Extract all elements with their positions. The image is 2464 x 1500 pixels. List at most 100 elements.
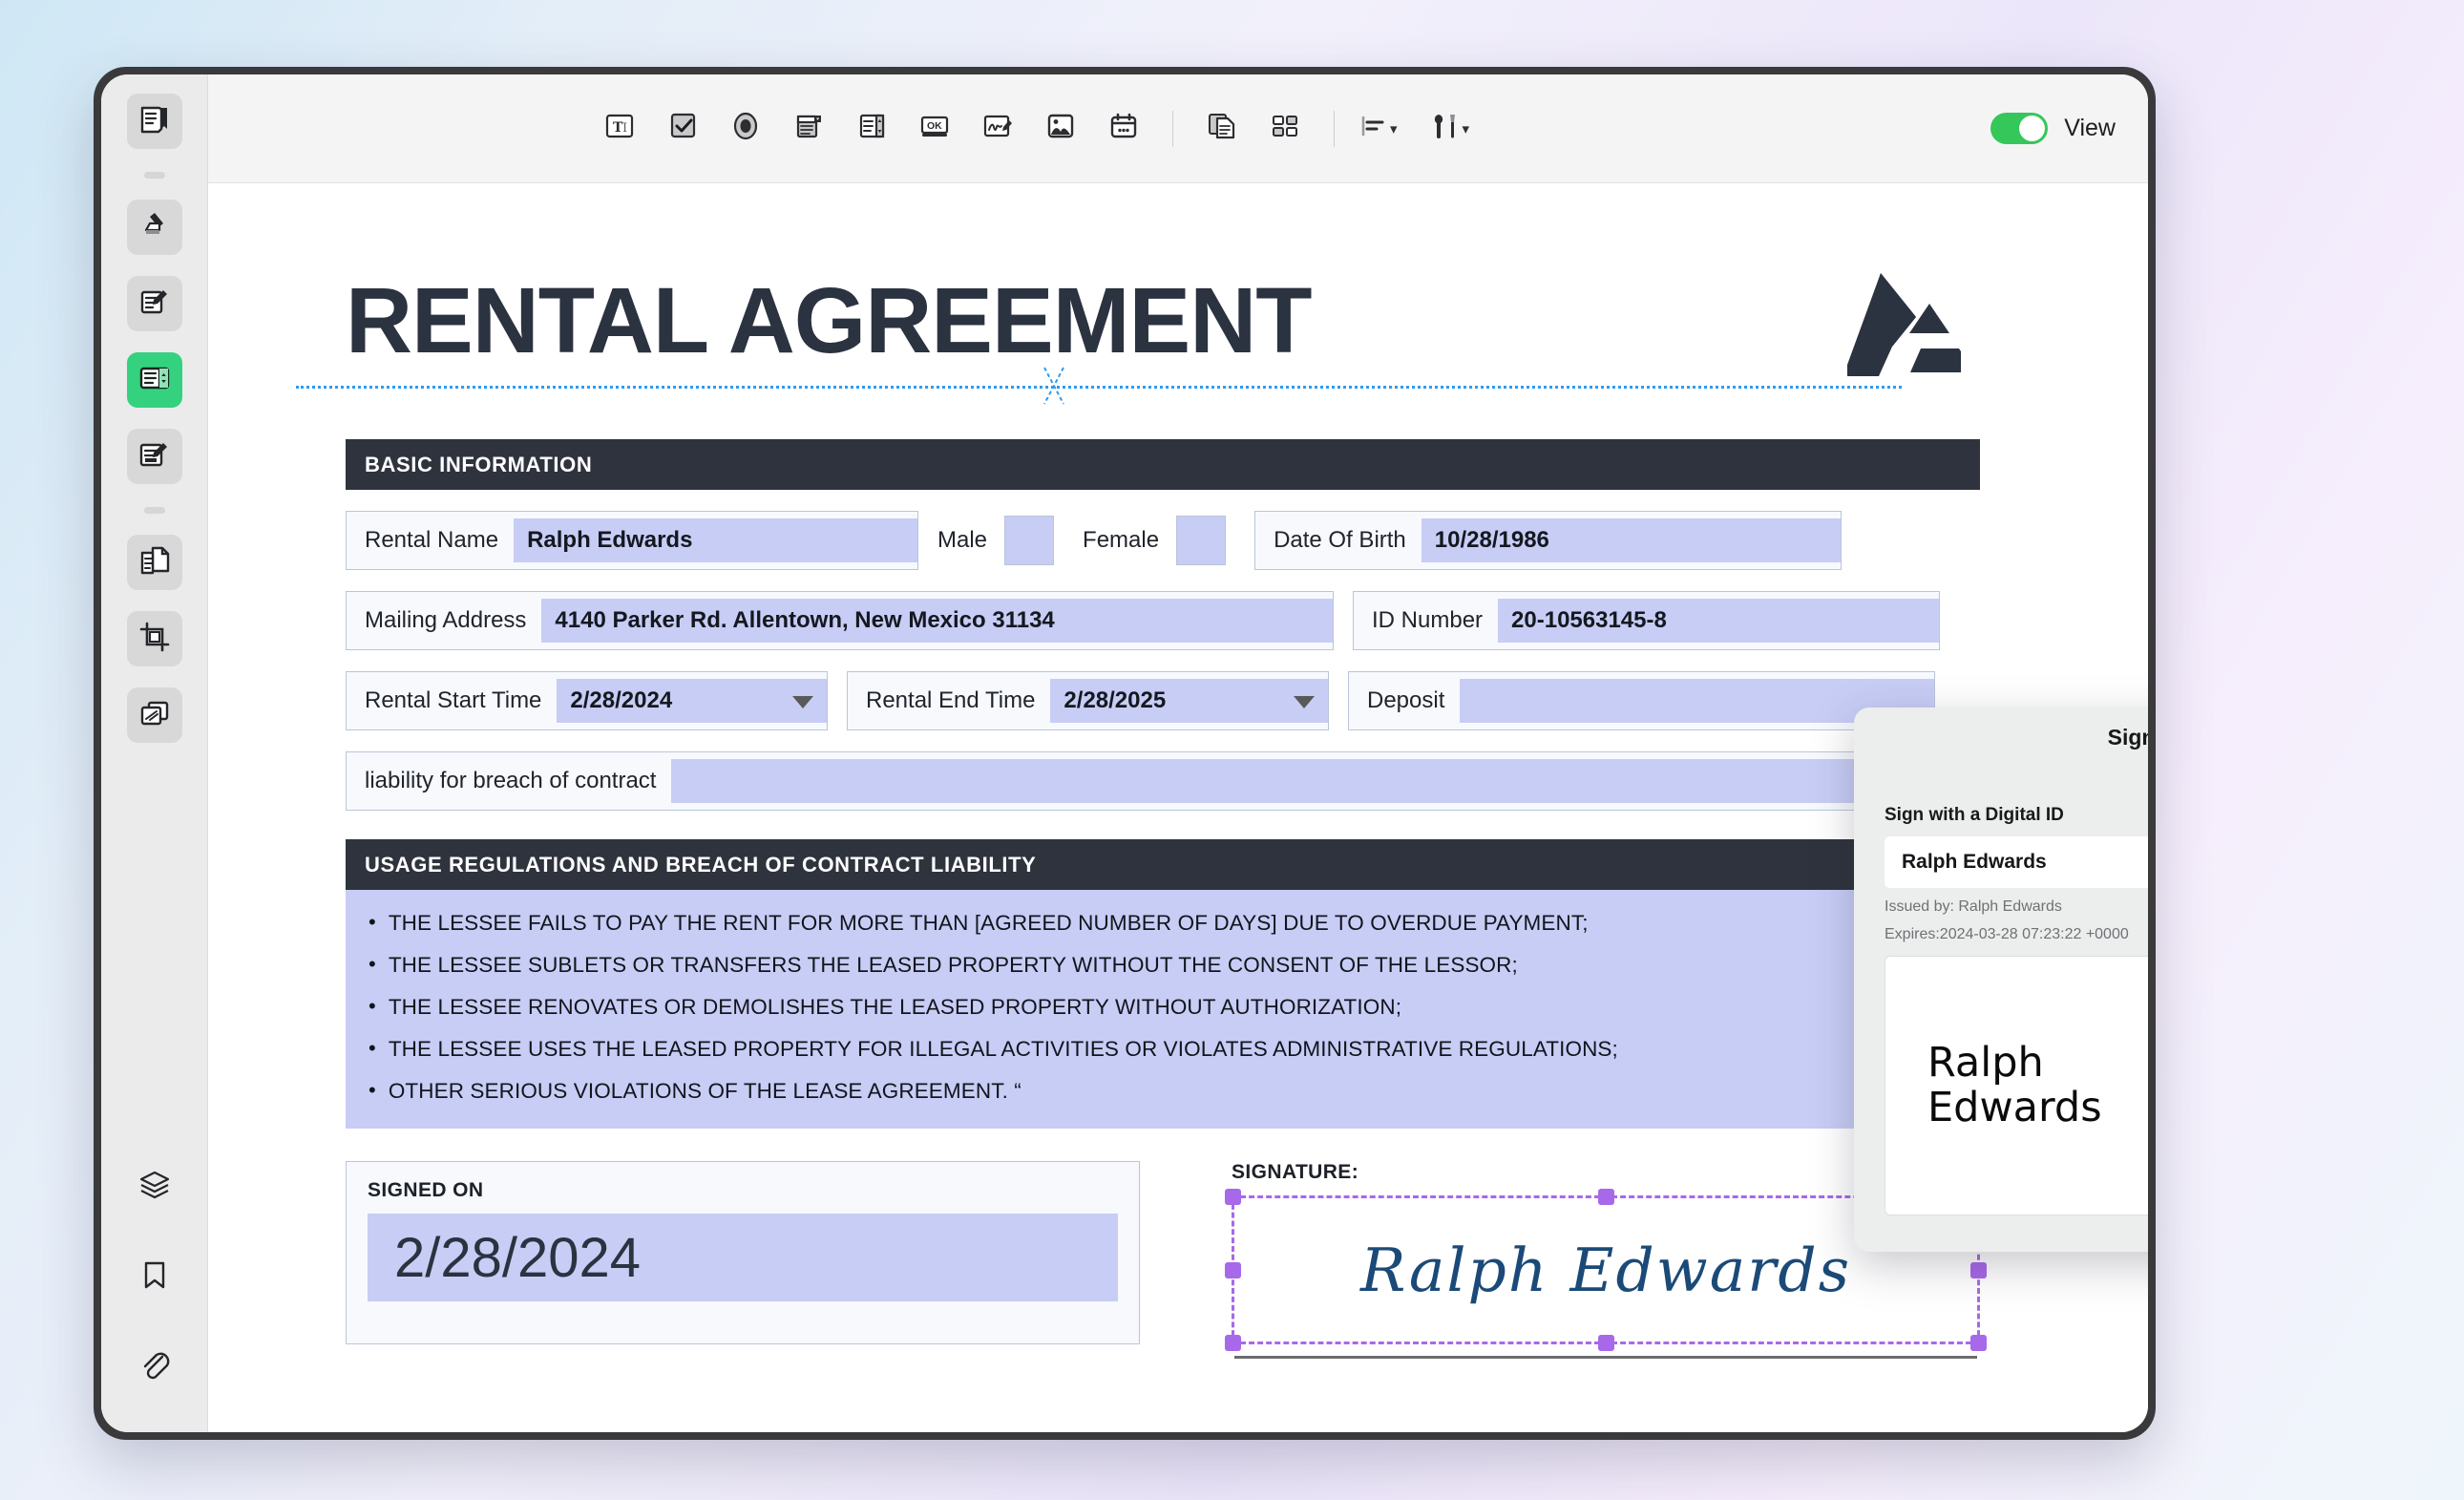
expires-text: Expires:2024-03-28 07:23:22 +0000 <box>1885 926 2129 942</box>
rental-start-time-select[interactable]: 2/28/2024 <box>557 679 827 723</box>
field-date-of-birth[interactable]: Date Of Birth 10/28/1986 <box>1254 511 1843 570</box>
signature-preview: Ralph Edwards Digital Signed by Ralph Ed… <box>1885 956 2148 1215</box>
more-tools-caret-icon: ▾ <box>1462 120 1470 137</box>
view-toggle-group[interactable]: View <box>1990 113 2116 144</box>
list-item-text: THE LESSEE FAILS TO PAY THE RENT FOR MOR… <box>388 911 1589 935</box>
note-pencil-icon <box>138 285 171 323</box>
chevron-down-icon <box>1294 696 1315 708</box>
triangle-a-logo <box>1835 273 1967 381</box>
signed-on-box[interactable]: SIGNED ON 2/28/2024 <box>346 1161 1140 1344</box>
toolbar-tools: T I OK ▾ ▾ <box>590 102 1475 156</box>
resize-handle-nw[interactable] <box>1225 1189 1241 1205</box>
female-label: Female <box>1083 527 1160 553</box>
field-mailing-address[interactable]: Mailing Address 4140 Parker Rd. Allentow… <box>346 591 1334 650</box>
issued-by-text: Issued by: Ralph Edwards <box>1885 898 2062 915</box>
title-guide-line <box>296 386 1902 389</box>
pages-icon <box>138 544 171 581</box>
list-box-icon <box>857 112 886 145</box>
duplicate-page-icon <box>1207 112 1237 145</box>
sidebar-item-layers[interactable] <box>127 1159 182 1215</box>
field-rental-end-time[interactable]: Rental End Time 2/28/2025 <box>847 671 1329 730</box>
sidebar-item-form-fields[interactable] <box>126 352 182 408</box>
rental-end-time-value: 2/28/2025 <box>1064 687 1167 713</box>
field-label: Date Of Birth <box>1274 527 1406 553</box>
field-label: Deposit <box>1367 687 1445 713</box>
resize-handle-n[interactable] <box>1598 1189 1614 1205</box>
form-row-2: Mailing Address 4140 Parker Rd. Allentow… <box>346 591 1980 650</box>
list-item-text: THE LESSEE USES THE LEASED PROPERTY FOR … <box>388 1037 1618 1061</box>
sidebar-item-crop-page[interactable] <box>126 611 182 666</box>
field-id-number[interactable]: ID Number 20-10563145-8 <box>1353 591 1940 650</box>
form-panel-icon <box>138 362 171 399</box>
text-field-tool[interactable]: T I <box>590 102 649 156</box>
sign-document-dialog[interactable]: Sign Document <box>1854 708 2148 1252</box>
dialog-title: Sign Document <box>2107 725 2148 750</box>
sidebar-divider-2 <box>143 507 165 514</box>
more-tools[interactable]: ▾ <box>1424 112 1476 145</box>
stamp-icon <box>138 697 171 734</box>
align-tool[interactable]: ▾ <box>1354 114 1403 143</box>
svg-text:OK: OK <box>927 120 942 132</box>
left-sidebar <box>101 74 208 1432</box>
female-checkbox[interactable] <box>1176 516 1227 565</box>
date-of-birth-input[interactable]: 10/28/1986 <box>1421 518 1842 562</box>
field-label: Rental Name <box>365 527 499 553</box>
radio-button-tool[interactable] <box>716 102 775 156</box>
sidebar-item-attachments[interactable] <box>127 1339 182 1394</box>
mailing-address-input[interactable]: 4140 Parker Rd. Allentown, New Mexico 31… <box>541 599 1333 643</box>
view-toggle-label: View <box>2064 115 2116 141</box>
bookmark-icon <box>139 1259 170 1295</box>
resize-handle-sw[interactable] <box>1225 1335 1241 1351</box>
text-field-icon: T I <box>605 112 634 145</box>
image-field-tool[interactable] <box>1031 102 1090 156</box>
sidebar-item-bookmarks[interactable] <box>127 1249 182 1304</box>
signature-field-tool[interactable] <box>968 102 1027 156</box>
field-rental-start-time[interactable]: Rental Start Time 2/28/2024 <box>346 671 828 730</box>
form-row-4: liability for breach of contract <box>346 751 1980 811</box>
checkbox-tool[interactable] <box>653 102 712 156</box>
align-icon <box>1359 114 1388 143</box>
toolbar-divider-1 <box>1172 110 1173 147</box>
section-header-basic-information: BASIC INFORMATION <box>346 439 1980 490</box>
digital-id-select[interactable]: Ralph Edwards <box>1885 836 2148 888</box>
liability-breach-input[interactable] <box>671 759 1929 803</box>
sidebar-item-organize-pages[interactable] <box>126 535 182 590</box>
resize-handle-s[interactable] <box>1598 1335 1614 1351</box>
resize-handle-se[interactable] <box>1970 1335 1987 1351</box>
gender-group: Male Female <box>937 511 1227 570</box>
sidebar-item-highlighter[interactable] <box>126 200 182 255</box>
view-toggle[interactable] <box>1990 113 2049 144</box>
field-deposit[interactable]: Deposit <box>1348 671 1935 730</box>
sidebar-item-fill-sign[interactable] <box>126 429 182 484</box>
resize-handle-w[interactable] <box>1225 1262 1241 1278</box>
toolbar-divider-2 <box>1334 110 1335 147</box>
tab-order-tool[interactable] <box>1255 102 1315 156</box>
signed-on-label: SIGNED ON <box>368 1179 484 1201</box>
male-checkbox[interactable] <box>1004 516 1055 565</box>
fill-sign-icon <box>138 438 171 475</box>
dialog-icon-row <box>1885 766 2148 799</box>
dropdown-tool[interactable] <box>779 102 838 156</box>
sidebar-item-annotate[interactable] <box>126 276 182 331</box>
app-inner: T I OK ▾ ▾ View RENTAL AGREEMENT BASIC I… <box>101 74 2148 1432</box>
list-box-tool[interactable] <box>842 102 901 156</box>
date-field-tool[interactable] <box>1094 102 1153 156</box>
signature-row: SIGNED ON 2/28/2024 SIGNATURE: Ralph Edw… <box>346 1161 1987 1359</box>
sidebar-item-stamp[interactable] <box>126 687 182 743</box>
page-title: RENTAL AGREEMENT <box>346 268 1312 372</box>
signature-field-icon <box>982 112 1013 145</box>
dialog-subtitle: Sign with a Digital ID <box>1885 805 2064 825</box>
id-number-input[interactable]: 20-10563145-8 <box>1498 599 1939 643</box>
bullet-icon: • <box>369 952 376 976</box>
sidebar-item-outline-bookmark[interactable] <box>126 94 182 149</box>
signature-baseline <box>1234 1356 1977 1359</box>
rental-end-time-select[interactable]: 2/28/2025 <box>1050 679 1328 723</box>
ok-button-icon: OK <box>919 112 950 145</box>
push-button-tool[interactable]: OK <box>905 102 964 156</box>
copy-pages-tool[interactable] <box>1192 102 1252 156</box>
rental-name-input[interactable]: Ralph Edwards <box>514 518 917 562</box>
signed-on-value[interactable]: 2/28/2024 <box>368 1214 1118 1301</box>
field-rental-name[interactable]: Rental Name Ralph Edwards <box>346 511 918 570</box>
field-liability-breach[interactable]: liability for breach of contract <box>346 751 1930 811</box>
signature-text: Ralph Edwards <box>1359 1235 1852 1305</box>
